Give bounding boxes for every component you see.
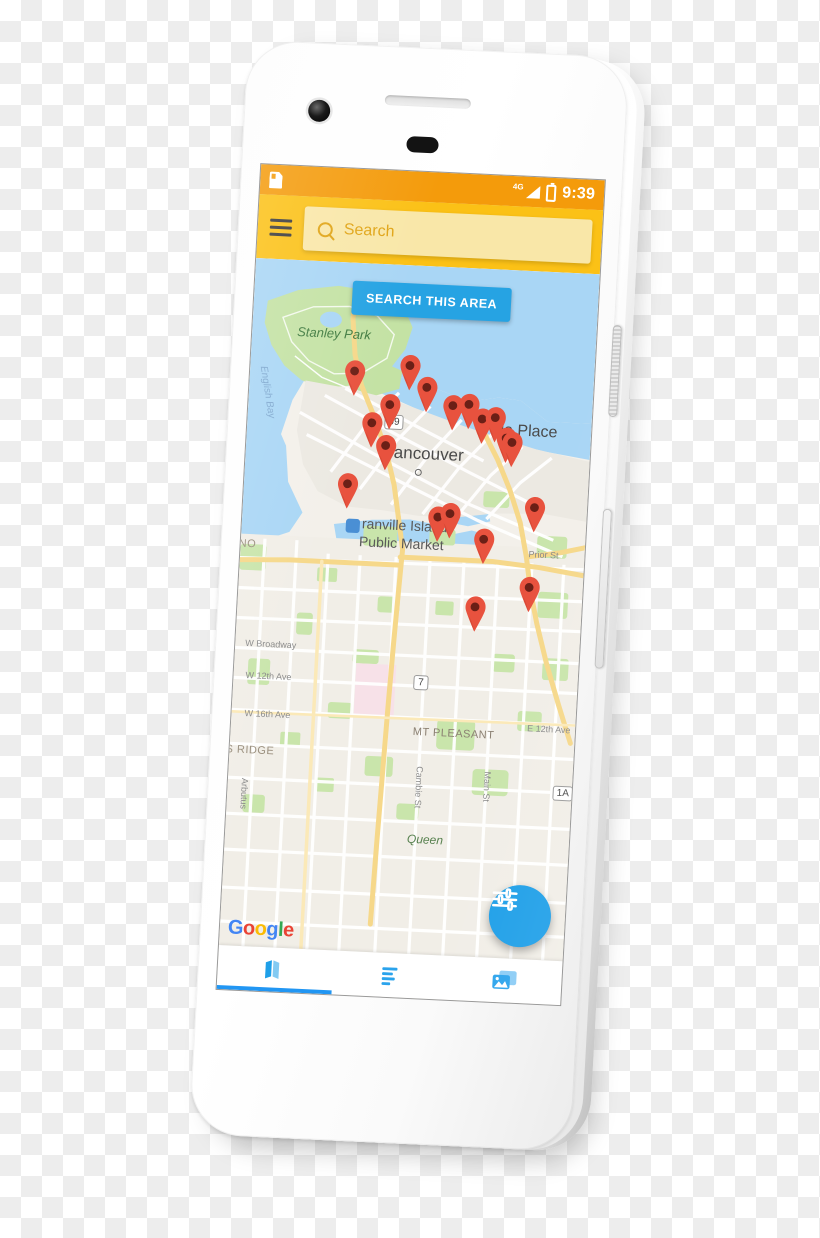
front-camera-icon [307, 99, 331, 123]
highway-shield-7: 7 [413, 674, 429, 691]
logo-letter: G [227, 916, 244, 940]
logo-letter: e [282, 919, 295, 942]
search-icon [317, 221, 334, 238]
proximity-sensor [406, 135, 439, 154]
tab-photos[interactable] [446, 965, 562, 996]
map-pin-marker[interactable] [461, 594, 489, 633]
map-pin-marker[interactable] [341, 358, 369, 397]
phone-body: 4G 9:39 Search Stanley Park English Bay … [188, 39, 630, 1152]
network-type-label: 4G [512, 182, 524, 192]
google-logo: Google [227, 916, 294, 942]
map-pin-marker[interactable] [372, 433, 400, 472]
map-pin-marker[interactable] [498, 430, 526, 469]
earpiece-speaker [384, 94, 472, 109]
hamburger-menu-icon[interactable] [269, 218, 293, 237]
active-tab-indicator [216, 984, 332, 995]
map-pin-marker[interactable] [470, 526, 498, 565]
search-placeholder: Search [343, 221, 395, 241]
tab-map[interactable] [217, 954, 333, 985]
phone-screen: 4G 9:39 Search Stanley Park English Bay … [216, 164, 605, 1006]
tab-list[interactable] [332, 959, 448, 990]
map-view[interactable]: Stanley Park English Bay ancouver da Pla… [218, 258, 600, 962]
map-pin-marker[interactable] [334, 471, 362, 510]
photos-icon [491, 970, 517, 990]
battery-charging-icon [545, 184, 557, 202]
map-pin-marker[interactable] [413, 375, 441, 414]
signal-bars-icon [526, 185, 541, 199]
sd-card-icon [269, 171, 283, 189]
search-input[interactable]: Search [302, 206, 593, 264]
charging-bolt-icon [549, 188, 555, 198]
phone-mockup: 4G 9:39 Search Stanley Park English Bay … [188, 39, 648, 1156]
highway-shield-1a: 1A [552, 785, 574, 802]
map-pin-marker[interactable] [436, 501, 464, 540]
map-pin-marker[interactable] [521, 495, 549, 534]
list-icon [381, 967, 398, 986]
status-clock: 9:39 [561, 184, 596, 203]
canvas: 4G 9:39 Search Stanley Park English Bay … [0, 0, 820, 1238]
map-icon [265, 960, 280, 980]
map-pin-marker[interactable] [515, 575, 543, 614]
tune-sliders-icon [492, 888, 518, 911]
